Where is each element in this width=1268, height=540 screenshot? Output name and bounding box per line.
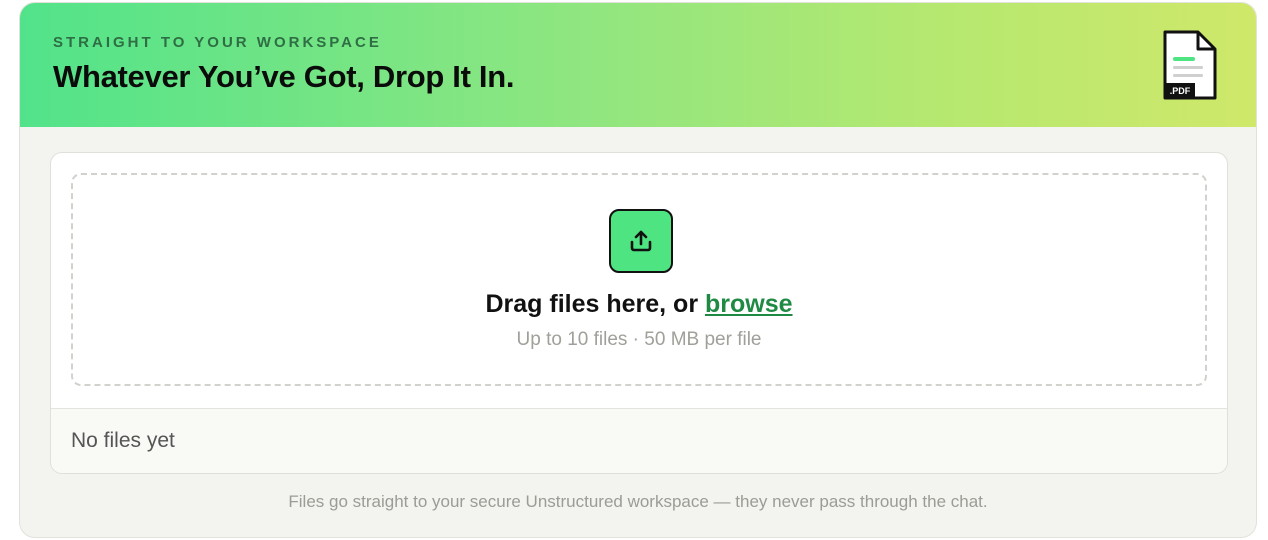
browse-link[interactable]: browse <box>705 290 793 318</box>
upload-limits: Up to 10 files · 50 MB per file <box>516 329 762 350</box>
footer-note: Files go straight to your secure Unstruc… <box>288 492 988 511</box>
header-eyebrow: STRAIGHT TO YOUR WORKSPACE <box>53 34 382 51</box>
dropzone[interactable]: Drag files here, or browse Up to 10 file… <box>71 173 1207 386</box>
pdf-document-icon: .PDF <box>1163 30 1217 100</box>
upload-panel: STRAIGHT TO YOUR WORKSPACE Whatever You’… <box>19 2 1257 538</box>
header-title: Whatever You’ve Got, Drop It In. <box>53 59 515 94</box>
pdf-icon-label: .PDF <box>1170 86 1191 96</box>
upload-card: Drag files here, or browse Up to 10 file… <box>50 152 1228 474</box>
drop-prompt-text: Drag files here, or <box>485 290 705 318</box>
panel-header: STRAIGHT TO YOUR WORKSPACE Whatever You’… <box>20 3 1256 127</box>
file-list-empty-text: No files yet <box>71 429 175 452</box>
upload-button[interactable] <box>609 209 673 273</box>
drop-prompt: Drag files here, or browse <box>73 290 1205 319</box>
upload-icon <box>630 230 652 252</box>
file-list: No files yet <box>51 408 1227 473</box>
